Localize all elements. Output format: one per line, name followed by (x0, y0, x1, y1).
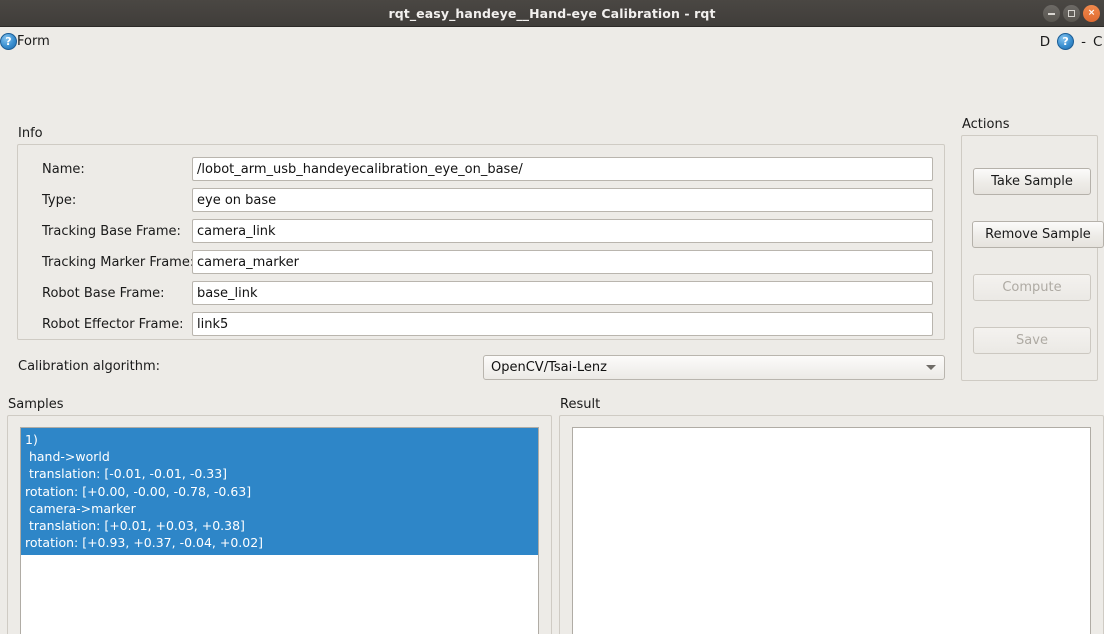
list-item[interactable]: 1) hand->world translation: [-0.01, -0.0… (21, 428, 538, 556)
name-field-label: Name: (42, 161, 85, 177)
field-row-name: Name: (18, 157, 944, 181)
result-group-label: Result (560, 397, 601, 412)
result-groupbox (559, 415, 1104, 634)
separator-dash: - (1081, 33, 1086, 50)
minimize-button[interactable] (1043, 5, 1060, 22)
field-row-robot-effector-frame: Robot Effector Frame: (18, 312, 944, 336)
result-text-view[interactable] (572, 427, 1091, 634)
tracking-marker-frame-input[interactable] (192, 250, 933, 274)
info-groupbox: Name: Type: Tracking Base Frame: Trackin… (17, 144, 945, 340)
help-icon[interactable]: ? (0, 33, 17, 50)
form-toolbar: ? Form D ? - C (0, 27, 1104, 56)
window-controls: × (1043, 0, 1100, 27)
tracking-base-frame-label: Tracking Base Frame: (42, 223, 181, 239)
robot-base-frame-input[interactable] (192, 281, 933, 305)
form-toolbar-right: D ? - C (1040, 27, 1104, 56)
form-toolbar-left: ? Form (0, 33, 50, 50)
save-button: Save (973, 327, 1091, 354)
window-titlebar: rqt_easy_handeye__Hand-eye Calibration -… (0, 0, 1104, 27)
field-row-tracking-base-frame: Tracking Base Frame: (18, 219, 944, 243)
calibration-algorithm-select[interactable]: OpenCV/Tsai-Lenz (483, 355, 945, 380)
maximize-button[interactable] (1063, 5, 1080, 22)
tracking-marker-frame-label: Tracking Marker Frame: (42, 254, 195, 270)
remove-sample-button[interactable]: Remove Sample (972, 221, 1104, 248)
chevron-down-icon (926, 365, 936, 370)
robot-effector-frame-input[interactable] (192, 312, 933, 336)
actions-group-label: Actions (962, 117, 1010, 132)
window-title: rqt_easy_handeye__Hand-eye Calibration -… (388, 5, 716, 21)
help-icon-right[interactable]: ? (1057, 33, 1075, 50)
take-sample-button[interactable]: Take Sample (973, 168, 1091, 195)
close-widget-label[interactable]: C (1093, 34, 1102, 50)
calibration-algorithm-value: OpenCV/Tsai-Lenz (491, 360, 607, 375)
field-row-tracking-marker-frame: Tracking Marker Frame: (18, 250, 944, 274)
samples-groupbox: 1) hand->world translation: [-0.01, -0.0… (7, 415, 552, 634)
type-field-label: Type: (42, 192, 77, 208)
calibration-algorithm-label: Calibration algorithm: (18, 359, 160, 374)
samples-list[interactable]: 1) hand->world translation: [-0.01, -0.0… (20, 427, 539, 634)
info-group-label: Info (18, 126, 43, 141)
field-row-robot-base-frame: Robot Base Frame: (18, 281, 944, 305)
dock-letter-label: D (1039, 33, 1051, 50)
compute-button: Compute (973, 274, 1091, 301)
robot-effector-frame-label: Robot Effector Frame: (42, 316, 184, 332)
field-row-type: Type: (18, 188, 944, 212)
form-label: Form (17, 34, 50, 49)
name-input[interactable] (192, 157, 933, 181)
close-button[interactable]: × (1083, 5, 1100, 22)
robot-base-frame-label: Robot Base Frame: (42, 285, 165, 301)
type-input[interactable] (192, 188, 933, 212)
samples-group-label: Samples (8, 397, 64, 412)
main-content: Info Name: Type: Tracking Base Frame: Tr… (0, 56, 1104, 634)
tracking-base-frame-input[interactable] (192, 219, 933, 243)
